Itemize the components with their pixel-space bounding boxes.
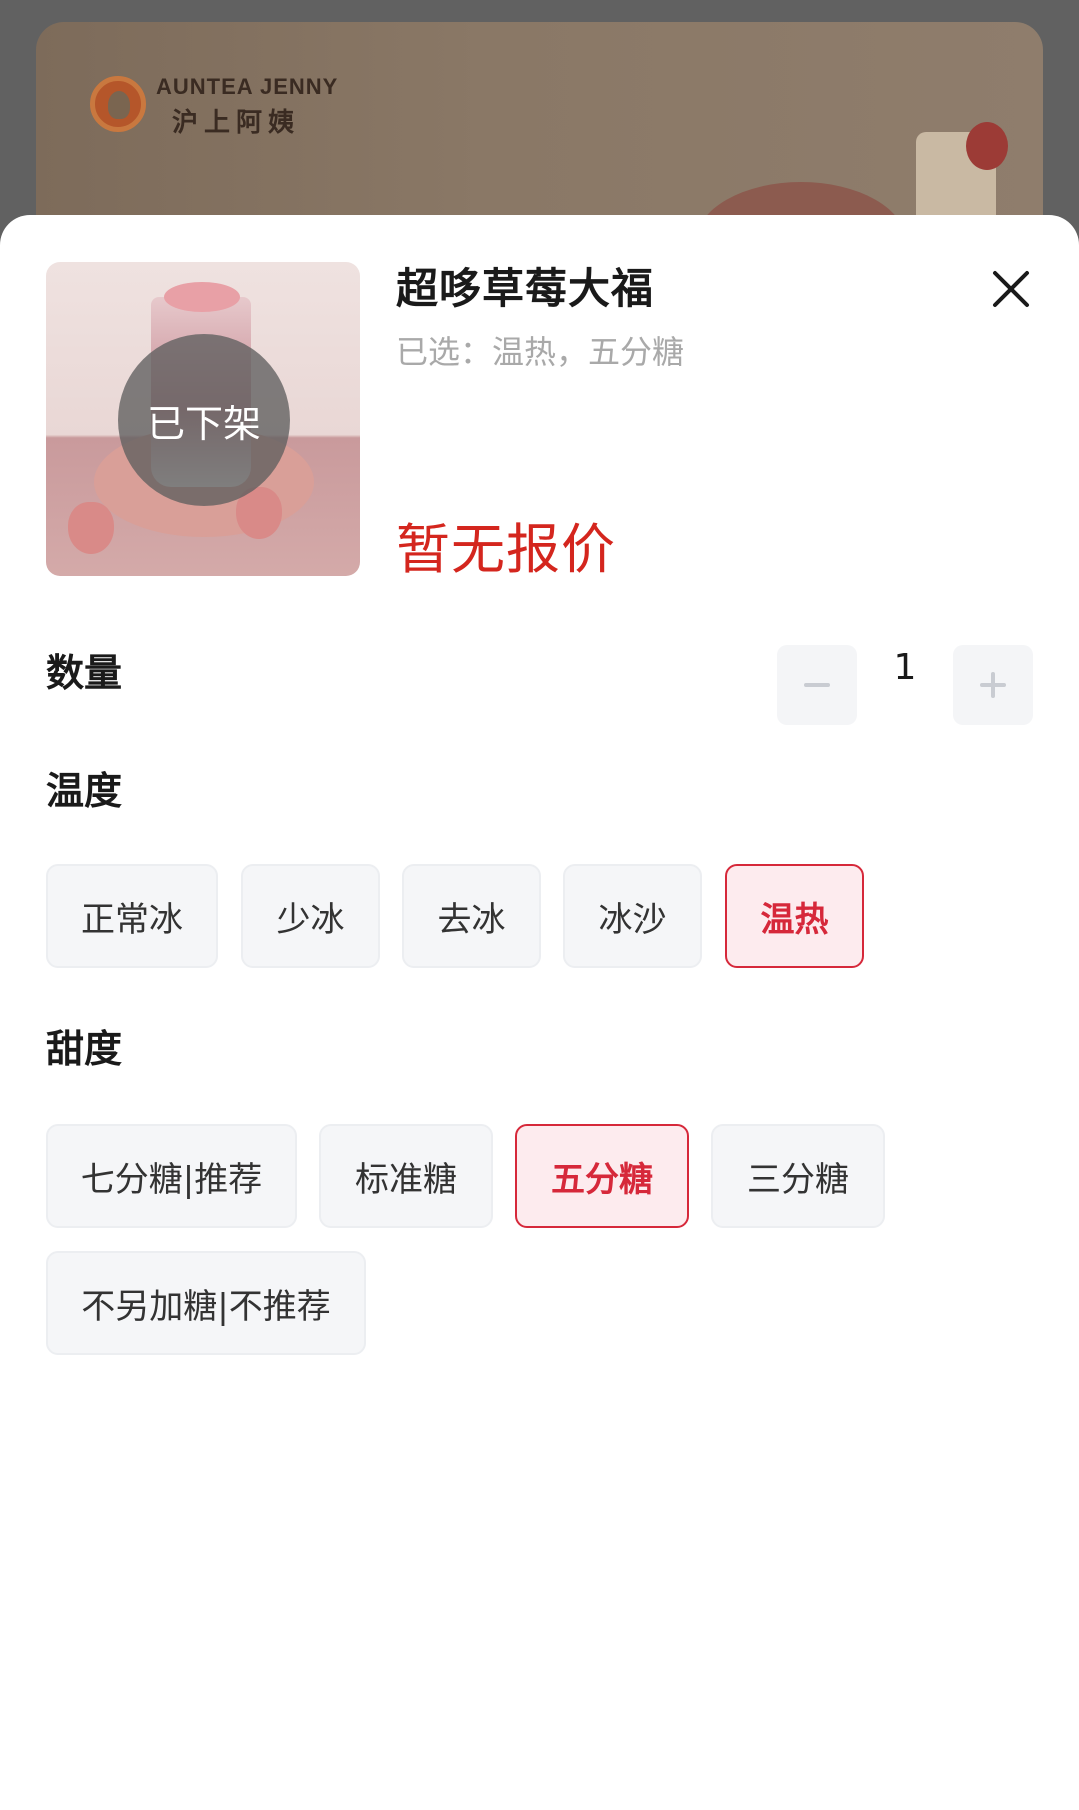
- strawberry-image: [68, 502, 114, 554]
- plus-icon: [980, 672, 1006, 698]
- temperature-option[interactable]: 去冰: [402, 864, 541, 968]
- minus-icon: [804, 683, 830, 687]
- price-text: 暂无报价: [396, 518, 616, 581]
- brand-name-en: AUNTEA JENNY: [156, 74, 339, 99]
- temperature-option[interactable]: 正常冰: [46, 864, 218, 968]
- temperature-option[interactable]: 少冰: [241, 864, 380, 968]
- sweetness-option-selected[interactable]: 五分糖: [515, 1124, 689, 1228]
- temperature-option-selected[interactable]: 温热: [725, 864, 864, 968]
- brand-logo-icon: [90, 76, 146, 132]
- close-icon: [993, 271, 1029, 307]
- product-options-sheet: 已下架 超哆草莓大福 已选：温热，五分糖 暂无报价 数量 1 温度 正常冰 少冰…: [0, 215, 1079, 1810]
- sweetness-option[interactable]: 标准糖: [319, 1124, 493, 1228]
- sweetness-label: 甜度: [46, 1027, 123, 1071]
- quantity-value: 1: [893, 647, 917, 688]
- temperature-option[interactable]: 冰沙: [563, 864, 702, 968]
- sweetness-option[interactable]: 三分糖: [711, 1124, 885, 1228]
- sweetness-option[interactable]: 不另加糖|不推荐: [46, 1251, 366, 1355]
- close-button[interactable]: [985, 263, 1037, 315]
- increase-quantity-button[interactable]: [953, 645, 1033, 725]
- strawberry-topping-image: [164, 282, 240, 312]
- sweetness-option[interactable]: 七分糖|推荐: [46, 1124, 297, 1228]
- sold-out-badge: 已下架: [118, 334, 290, 506]
- banner-strawberry-image: [966, 122, 1008, 170]
- decrease-quantity-button[interactable]: [777, 645, 857, 725]
- temperature-label: 温度: [46, 769, 123, 813]
- quantity-label: 数量: [46, 651, 123, 695]
- selected-options-summary: 已选：温热，五分糖: [396, 333, 685, 371]
- brand-name-cn: 沪上阿姨: [172, 108, 301, 138]
- product-title: 超哆草莓大福: [396, 264, 655, 313]
- product-image: 已下架: [46, 262, 360, 576]
